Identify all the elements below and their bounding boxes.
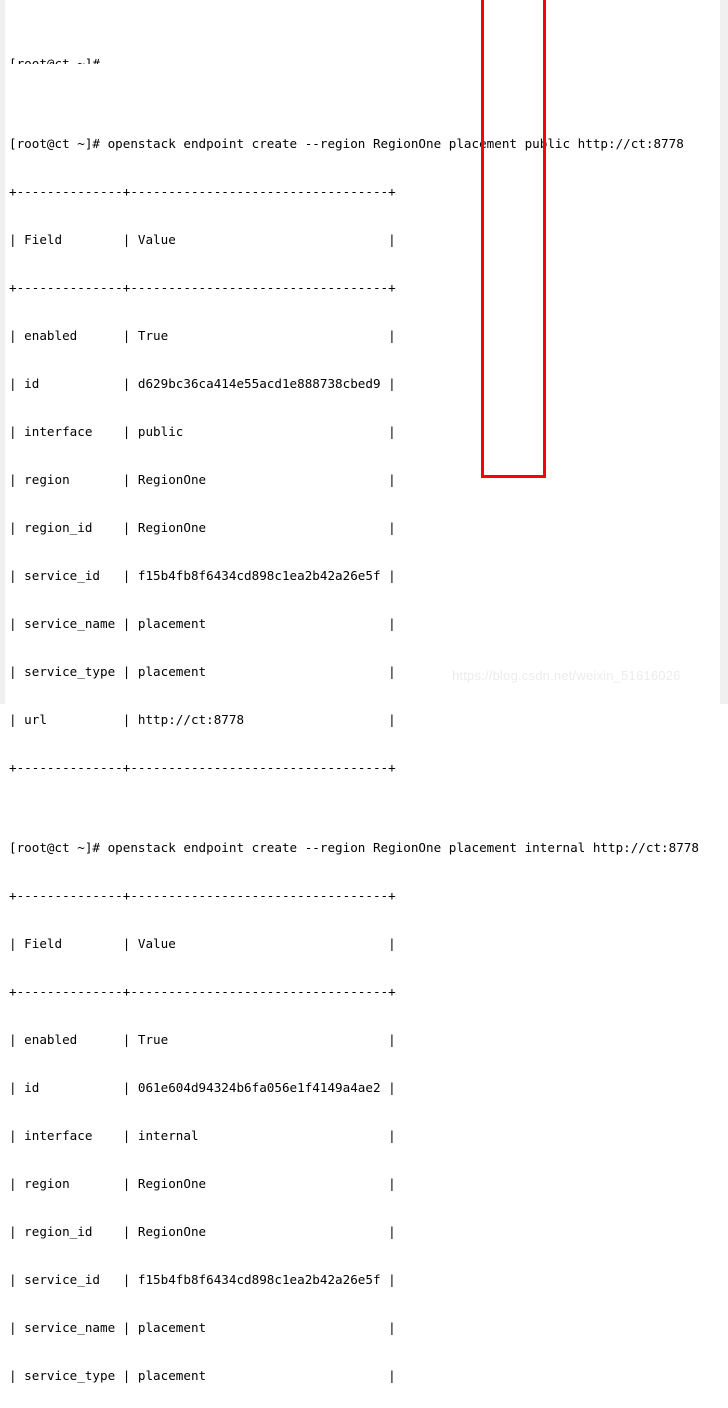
clipped-prompt-line: [root@ct ~]#	[9, 56, 100, 64]
table-row: | service_id | f15b4fb8f6434cd898c1ea2b4…	[9, 568, 396, 583]
table-row: | service_type | placement |	[9, 1368, 396, 1383]
table-row: | region | RegionOne |	[9, 1176, 396, 1191]
table-row: | id | 061e604d94324b6fa056e1f4149a4ae2 …	[9, 1080, 396, 1095]
table-separator-mid-1: +--------------+------------------------…	[9, 280, 396, 295]
table-row: | region_id | RegionOne |	[9, 520, 396, 535]
table-row: | service_name | placement |	[9, 1320, 396, 1335]
table-separator-top-1: +--------------+------------------------…	[9, 184, 396, 199]
table-row: | region_id | RegionOne |	[9, 1224, 396, 1239]
command-line-public[interactable]: [root@ct ~]# openstack endpoint create -…	[9, 136, 728, 152]
table-row: | enabled | True |	[9, 328, 396, 343]
table-row: | interface | internal |	[9, 1128, 396, 1143]
table-row: | service_id | f15b4fb8f6434cd898c1ea2b4…	[9, 1272, 396, 1287]
table-row: | interface | public |	[9, 424, 396, 439]
table-row: | id | d629bc36ca414e55acd1e888738cbed9 …	[9, 376, 396, 391]
watermark-text: https://blog.csdn.net/weixin_51616026	[452, 668, 681, 683]
table-header-1: | Field | Value |	[9, 232, 396, 247]
table-separator-top-2: +--------------+------------------------…	[9, 888, 396, 903]
table-row: | url | http://ct:8778 |	[9, 712, 396, 727]
table-row: | region | RegionOne |	[9, 472, 396, 487]
terminal-window[interactable]: [root@ct ~]# [root@ct ~]# openstack endp…	[0, 0, 728, 1383]
command-line-internal[interactable]: [root@ct ~]# openstack endpoint create -…	[9, 840, 728, 856]
table-separator-mid-2: +--------------+------------------------…	[9, 984, 396, 999]
table-header-2: | Field | Value |	[9, 936, 396, 951]
table-row: | service_name | placement |	[9, 616, 396, 631]
table-row: | enabled | True |	[9, 1032, 396, 1047]
table-separator-bottom-1: +--------------+------------------------…	[9, 760, 396, 775]
terminal-screen[interactable]: [root@ct ~]# [root@ct ~]# openstack endp…	[0, 0, 728, 1383]
